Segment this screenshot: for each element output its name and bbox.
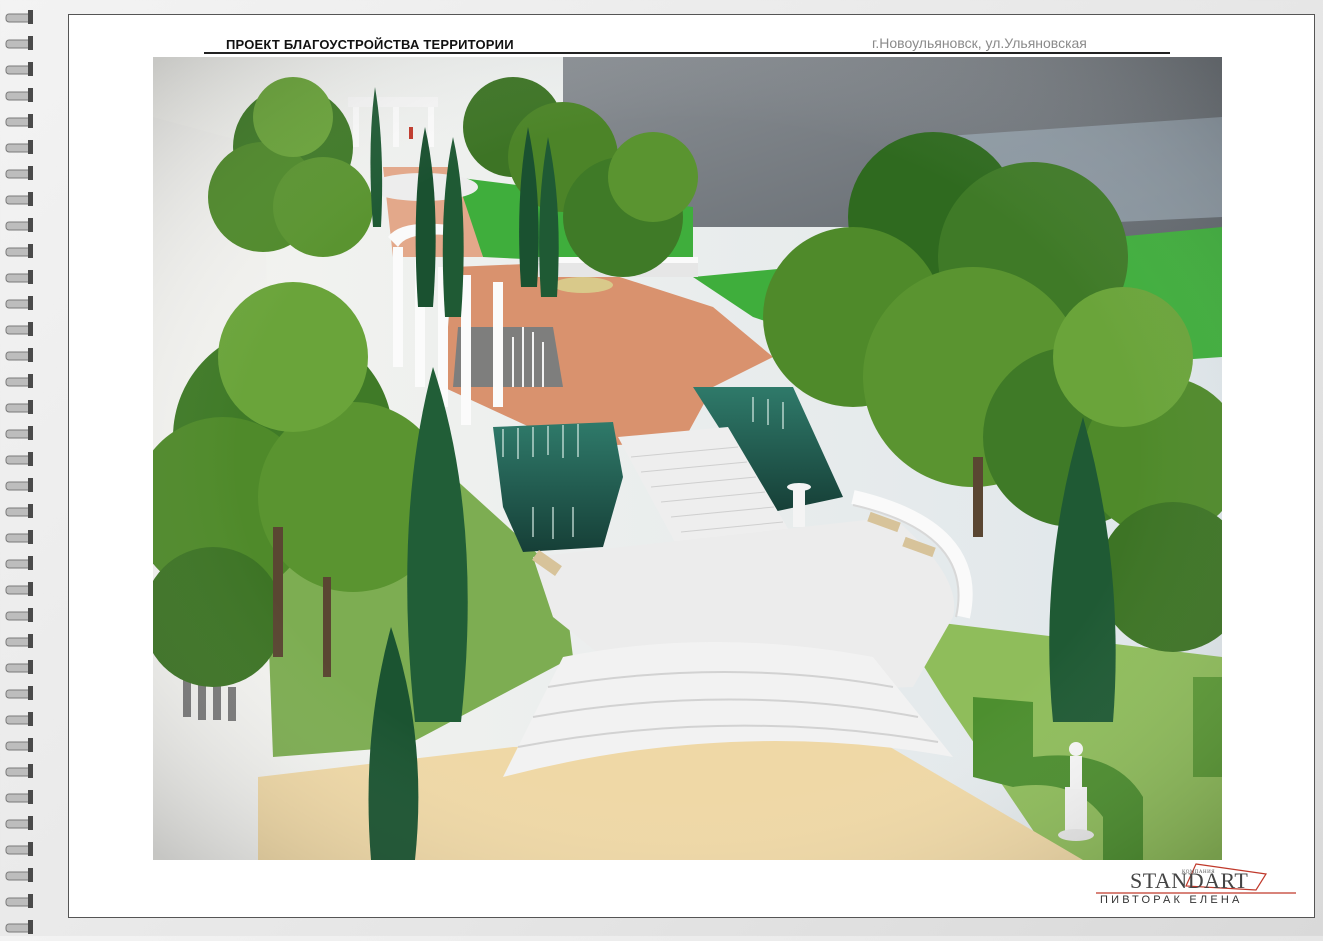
binder-hole [28, 114, 33, 128]
binder-hole [28, 842, 33, 856]
binder-hole [28, 452, 33, 466]
title-underline [204, 52, 1170, 54]
binder-hole [28, 660, 33, 674]
binder-hole [28, 10, 33, 24]
binder-hole [28, 426, 33, 440]
binder-hole [28, 530, 33, 544]
binder-hole [28, 270, 33, 284]
binder-hole [28, 790, 33, 804]
landscape-render-svg [153, 57, 1222, 860]
binder-hole [28, 582, 33, 596]
binder-hole [28, 634, 33, 648]
binder-hole [28, 868, 33, 882]
binder-hole [28, 62, 33, 76]
binder-hole [28, 686, 33, 700]
logo-brand-sub: КОМПАНИЯ [1182, 870, 1216, 875]
binder-hole [28, 296, 33, 310]
studio-logo: STANDART КОМПАНИЯ ПИВТОРАК ЕЛЕНА [1096, 860, 1308, 916]
binder-hole [28, 218, 33, 232]
binder-hole [28, 712, 33, 726]
project-title: ПРОЕКТ БЛАГОУСТРОЙСТВА ТЕРРИТОРИИ [226, 37, 514, 52]
binder-hole [28, 816, 33, 830]
binder-rings-svg [5, 10, 33, 934]
binder-hole [28, 504, 33, 518]
binder-hole [28, 88, 33, 102]
binder-hole [28, 556, 33, 570]
binder-hole [28, 738, 33, 752]
project-location: г.Новоульяновск, ул.Ульяновская [872, 35, 1087, 51]
binder-hole [28, 608, 33, 622]
binder-hole [28, 322, 33, 336]
binder-hole [28, 244, 33, 258]
binder-hole [28, 478, 33, 492]
binder-hole [28, 36, 33, 50]
binder-hole [28, 166, 33, 180]
binder-rings [0, 0, 44, 936]
logo-author: ПИВТОРАК ЕЛЕНА [1100, 894, 1243, 906]
binder-hole [28, 140, 33, 154]
binder-hole [28, 374, 33, 388]
binder-hole [28, 400, 33, 414]
binder-hole [28, 348, 33, 362]
binder-hole [28, 192, 33, 206]
landscape-render [153, 57, 1222, 860]
binder-hole [28, 894, 33, 908]
render-vignette [153, 57, 1222, 860]
binder-hole [28, 764, 33, 778]
binder-hole [28, 920, 33, 934]
